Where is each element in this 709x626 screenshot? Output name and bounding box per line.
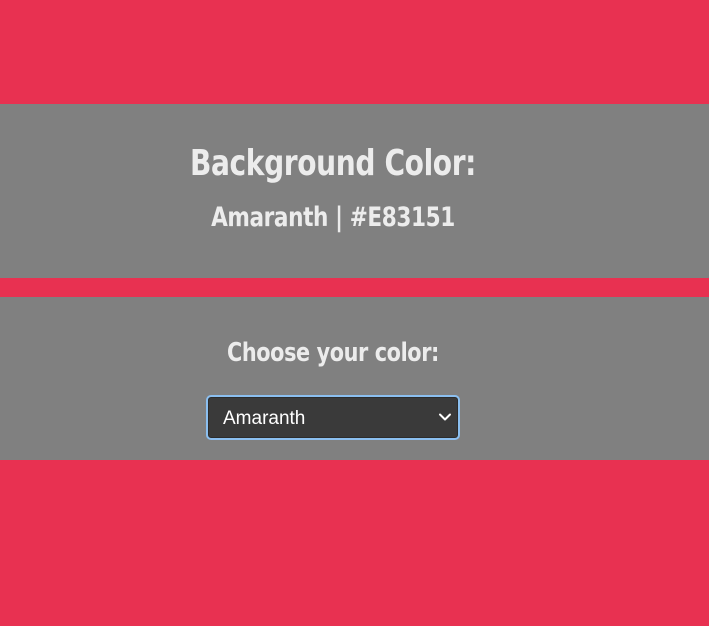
choose-color-label: Choose your color: (227, 338, 439, 368)
color-display-panel: Background Color: Amaranth | #E83151 (0, 104, 709, 278)
color-select[interactable]: Amaranth (206, 395, 460, 440)
chevron-down-icon (439, 413, 451, 421)
background-color-value: Amaranth | #E83151 (211, 202, 455, 233)
background-color-title: Background Color: (189, 143, 477, 184)
color-select-value: Amaranth (223, 408, 306, 429)
color-picker-panel: Choose your color: Amaranth (0, 297, 709, 460)
